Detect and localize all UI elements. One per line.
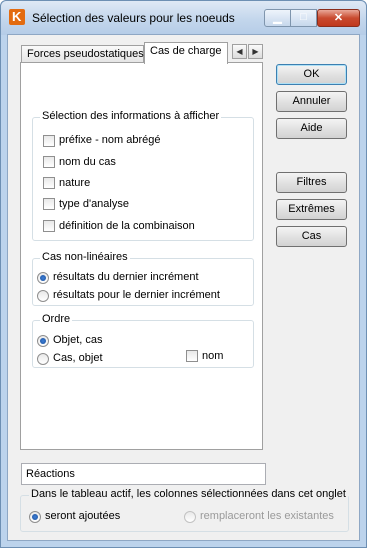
cases-button[interactable]: Cas [276, 226, 347, 247]
radio-remplaceront-label: remplaceront les existantes [200, 510, 334, 522]
radio-objet-cas-label: Objet, cas [53, 334, 103, 346]
tab-scroll-left-icon[interactable]: ◀ [232, 44, 247, 59]
radio-pour-dernier-increment-label: résultats pour le dernier incrément [53, 289, 220, 301]
radio-pour-dernier-increment[interactable] [37, 290, 49, 302]
checkbox-prefixe-label: préfixe - nom abrégé [59, 134, 161, 146]
app-logo-icon: K [9, 9, 25, 25]
checkbox-type-analyse-label: type d'analyse [59, 198, 129, 210]
checkbox-nature-label: nature [59, 177, 91, 189]
radio-remplaceront[interactable] [184, 511, 196, 523]
tab-cas-de-charge[interactable]: Cas de charge [144, 42, 228, 64]
nonlinear-group: Cas non-linéaires résultats du dernier i… [32, 251, 254, 306]
radio-dernier-increment-label: résultats du dernier incrément [53, 271, 199, 283]
filters-button[interactable]: Filtres [276, 172, 347, 193]
radio-cas-objet[interactable] [37, 353, 49, 365]
checkbox-definition-combinaison-label: définition de la combinaison [59, 220, 195, 232]
radio-dernier-increment[interactable] [37, 272, 49, 284]
maximize-icon: □ [300, 11, 307, 23]
tab-forces-pseudostatiques[interactable]: Forces pseudostatiques [21, 45, 144, 63]
column-mode-group: Dans le tableau actif, les colonnes séle… [20, 488, 349, 532]
reactions-field[interactable]: Réactions [21, 463, 266, 485]
maximize-button[interactable]: □ [290, 9, 317, 27]
radio-objet-cas[interactable] [37, 335, 49, 347]
order-group: Ordre Objet, cas Cas, objet nom [32, 313, 254, 368]
checkbox-type-analyse[interactable] [43, 198, 55, 210]
close-icon: ✕ [333, 12, 344, 24]
radio-cas-objet-label: Cas, objet [53, 352, 103, 364]
minimize-button[interactable]: ▁ [264, 9, 291, 27]
extremes-button[interactable]: Extrêmes [276, 199, 347, 220]
checkbox-nom-label: nom [202, 350, 224, 362]
nonlinear-group-title: Cas non-linéaires [40, 251, 130, 263]
tab-scroll: ◀ ▶ [232, 44, 264, 60]
checkbox-prefixe[interactable] [43, 135, 55, 147]
info-display-group-title: Sélection des informations à afficher [40, 110, 222, 122]
ok-button[interactable]: OK [276, 64, 347, 85]
checkbox-nature[interactable] [43, 177, 55, 189]
window-title: Sélection des valeurs pour les noeuds [32, 11, 235, 25]
checkbox-nom[interactable] [186, 350, 198, 362]
order-group-title: Ordre [40, 313, 73, 325]
title-bar[interactable]: K Sélection des valeurs pour les noeuds … [1, 1, 366, 35]
column-mode-group-title: Dans le tableau actif, les colonnes séle… [29, 488, 348, 500]
tab-scroll-right-icon[interactable]: ▶ [248, 44, 263, 59]
radio-seront-ajoutees[interactable] [29, 511, 41, 523]
radio-seront-ajoutees-label: seront ajoutées [45, 510, 121, 522]
tab-panel: Sélection des informations à afficher pr… [20, 62, 263, 450]
close-button[interactable]: ✕ [317, 9, 360, 27]
help-button[interactable]: Aide [276, 118, 347, 139]
checkbox-nom-du-cas[interactable] [43, 156, 55, 168]
cancel-button[interactable]: Annuler [276, 91, 347, 112]
info-display-group: Sélection des informations à afficher pr… [32, 110, 254, 241]
minimize-icon: ▁ [273, 12, 282, 24]
checkbox-nom-du-cas-label: nom du cas [59, 156, 116, 168]
checkbox-definition-combinaison[interactable] [43, 220, 55, 232]
